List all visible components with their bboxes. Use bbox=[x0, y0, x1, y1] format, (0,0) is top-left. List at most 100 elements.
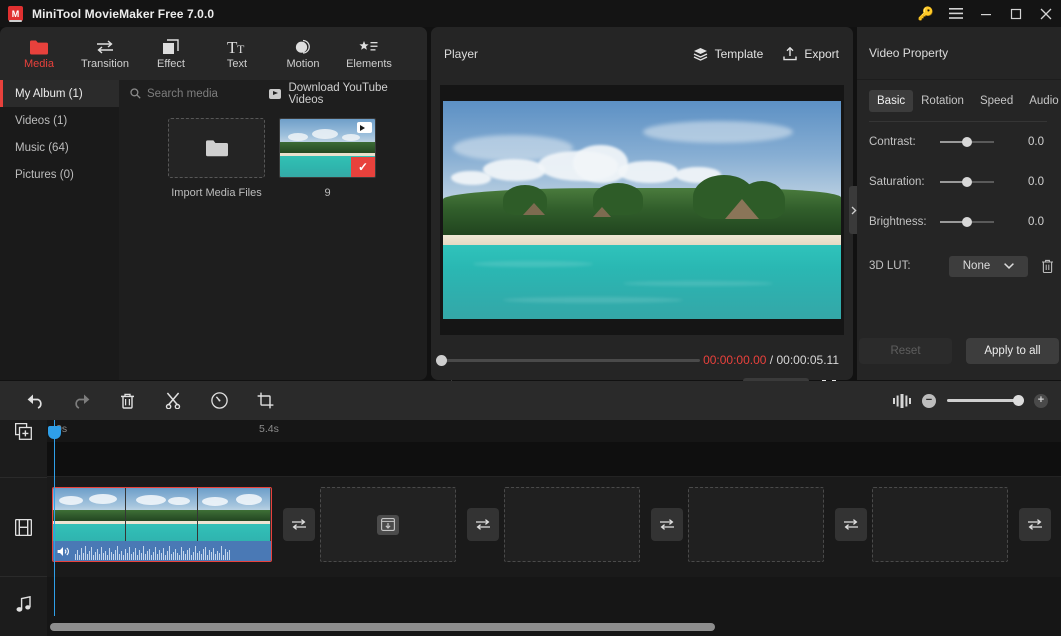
redo-icon[interactable] bbox=[58, 381, 104, 420]
transition-slot-button[interactable] bbox=[467, 508, 499, 541]
brightness-slider-knob[interactable] bbox=[962, 217, 972, 227]
media-item[interactable]: ✓ 9 bbox=[279, 118, 376, 199]
saturation-slider-knob[interactable] bbox=[962, 177, 972, 187]
video-preview-area[interactable] bbox=[440, 85, 844, 335]
undo-icon[interactable] bbox=[12, 381, 58, 420]
minimize-button[interactable] bbox=[971, 0, 1001, 27]
saturation-row: Saturation: 0.0 bbox=[857, 162, 1061, 202]
media-thumbnail[interactable]: ✓ bbox=[279, 118, 376, 178]
app-logo-icon: M bbox=[8, 6, 23, 22]
zoom-out-button[interactable]: − bbox=[922, 393, 936, 408]
delete-lut-button[interactable] bbox=[1041, 259, 1054, 273]
key-icon[interactable]: 🔑 bbox=[911, 0, 941, 27]
property-tabs: Basic Rotation Speed Audio bbox=[869, 90, 1059, 112]
transition-slot-button[interactable] bbox=[1019, 508, 1051, 541]
tab-basic[interactable]: Basic bbox=[869, 90, 914, 112]
crop-icon[interactable] bbox=[242, 381, 288, 420]
export-button[interactable]: Export bbox=[783, 46, 839, 61]
video-track-header[interactable] bbox=[0, 477, 47, 577]
search-input[interactable]: Search media bbox=[130, 88, 269, 100]
toolbar-tab-text-label: Text bbox=[226, 58, 248, 70]
thumb-cloud bbox=[288, 133, 308, 141]
lut-row: 3D LUT: None bbox=[857, 246, 1061, 286]
contrast-label: Contrast: bbox=[869, 136, 916, 148]
close-button[interactable] bbox=[1031, 0, 1061, 27]
progress-slider[interactable] bbox=[436, 354, 700, 366]
media-nav-list: My Album (1) Videos (1) Music (64) Pictu… bbox=[0, 80, 119, 380]
tab-speed[interactable]: Speed bbox=[972, 90, 1021, 112]
timeline-zoom-knob[interactable] bbox=[1013, 395, 1024, 406]
lut-select[interactable]: None bbox=[949, 255, 1028, 277]
toolbar-tab-transition[interactable]: Transition bbox=[72, 29, 138, 78]
sidebar-item-videos[interactable]: Videos (1) bbox=[0, 107, 119, 134]
tab-audio[interactable]: Audio bbox=[1021, 90, 1061, 112]
template-button[interactable]: Template bbox=[693, 47, 763, 61]
sidebar-item-my-album[interactable]: My Album (1) bbox=[0, 80, 119, 107]
audio-track-header[interactable] bbox=[0, 577, 47, 632]
download-youtube-videos-button[interactable]: Download YouTube Videos bbox=[268, 82, 415, 106]
toolbar-tab-media-label: Media bbox=[24, 58, 54, 70]
property-footer: Reset Apply to all bbox=[857, 338, 1061, 364]
audio-waveform bbox=[75, 543, 230, 560]
video-property-panel: Video Property Basic Rotation Speed Audi… bbox=[857, 27, 1061, 380]
clip-audio-band bbox=[53, 541, 271, 561]
clip-thumb-segment bbox=[198, 488, 271, 543]
timeline-empty-slot[interactable] bbox=[688, 487, 824, 562]
timeline-empty-slot[interactable] bbox=[872, 487, 1008, 562]
import-media-cell[interactable]: Import Media Files bbox=[168, 118, 265, 199]
layers-square-icon bbox=[162, 37, 180, 55]
contrast-slider[interactable] bbox=[940, 137, 994, 147]
add-media-header[interactable] bbox=[0, 420, 47, 442]
main-toolbar: Media Transition Effect TT Text Motion E… bbox=[0, 27, 427, 80]
playhead-handle[interactable] bbox=[48, 426, 61, 439]
spacer-header bbox=[0, 442, 47, 477]
app-window: M MiniTool MovieMaker Free 7.0.0 🔑 Media… bbox=[0, 0, 1061, 636]
tab-rotation[interactable]: Rotation bbox=[913, 90, 972, 112]
contrast-slider-knob[interactable] bbox=[962, 137, 972, 147]
apply-to-all-label: Apply to all bbox=[984, 345, 1041, 357]
speaker-icon[interactable] bbox=[57, 546, 70, 557]
video-track[interactable] bbox=[47, 477, 1061, 577]
timeline-toolbar: − + bbox=[0, 381, 1061, 420]
brightness-slider[interactable] bbox=[940, 217, 994, 227]
timeline-clip[interactable] bbox=[52, 487, 272, 562]
video-frame bbox=[443, 101, 841, 319]
timeline-horizontal-scrollbar[interactable] bbox=[50, 623, 715, 631]
apply-to-all-button[interactable]: Apply to all bbox=[966, 338, 1059, 364]
sidebar-item-pictures[interactable]: Pictures (0) bbox=[0, 161, 119, 188]
contrast-value: 0.0 bbox=[1028, 136, 1044, 148]
transition-slot-button[interactable] bbox=[283, 508, 315, 541]
preview-cloud bbox=[451, 171, 491, 185]
saturation-value: 0.0 bbox=[1028, 176, 1044, 188]
toolbar-tab-text[interactable]: TT Text bbox=[204, 29, 270, 78]
delete-icon[interactable] bbox=[104, 381, 150, 420]
transition-slot-button[interactable] bbox=[651, 508, 683, 541]
tab-rotation-label: Rotation bbox=[921, 95, 964, 107]
timeline-empty-slot[interactable] bbox=[320, 487, 456, 562]
progress-knob[interactable] bbox=[436, 354, 447, 366]
toolbar-tab-effect-label: Effect bbox=[157, 58, 185, 70]
timeline-empty-slot[interactable] bbox=[504, 487, 640, 562]
toolbar-tab-effect[interactable]: Effect bbox=[138, 29, 204, 78]
sidebar-item-music[interactable]: Music (64) bbox=[0, 134, 119, 161]
maximize-button[interactable] bbox=[1001, 0, 1031, 27]
audio-waveform-icon[interactable] bbox=[893, 393, 911, 408]
zoom-in-button[interactable]: + bbox=[1034, 393, 1048, 408]
saturation-slider[interactable] bbox=[940, 177, 994, 187]
toolbar-tab-media[interactable]: Media bbox=[6, 29, 72, 78]
tab-audio-label: Audio bbox=[1029, 95, 1059, 107]
speed-gauge-icon[interactable] bbox=[196, 381, 242, 420]
import-media-dropzone[interactable] bbox=[168, 118, 265, 178]
toolbar-tab-motion[interactable]: Motion bbox=[270, 29, 336, 78]
transition-slot-button[interactable] bbox=[835, 508, 867, 541]
timeline-playhead[interactable] bbox=[48, 420, 61, 616]
preview-cloud bbox=[483, 159, 545, 181]
timeline-ruler[interactable]: 0s 5.4s bbox=[47, 420, 1061, 442]
reset-button[interactable]: Reset bbox=[859, 338, 952, 364]
timeline-top-strip[interactable] bbox=[47, 442, 1061, 477]
toolbar-tab-elements[interactable]: Elements bbox=[336, 29, 402, 78]
timeline-zoom-slider[interactable] bbox=[947, 395, 1024, 406]
media-panel: My Album (1) Videos (1) Music (64) Pictu… bbox=[0, 80, 427, 380]
split-scissors-icon[interactable] bbox=[150, 381, 196, 420]
hamburger-menu-icon[interactable] bbox=[941, 0, 971, 27]
